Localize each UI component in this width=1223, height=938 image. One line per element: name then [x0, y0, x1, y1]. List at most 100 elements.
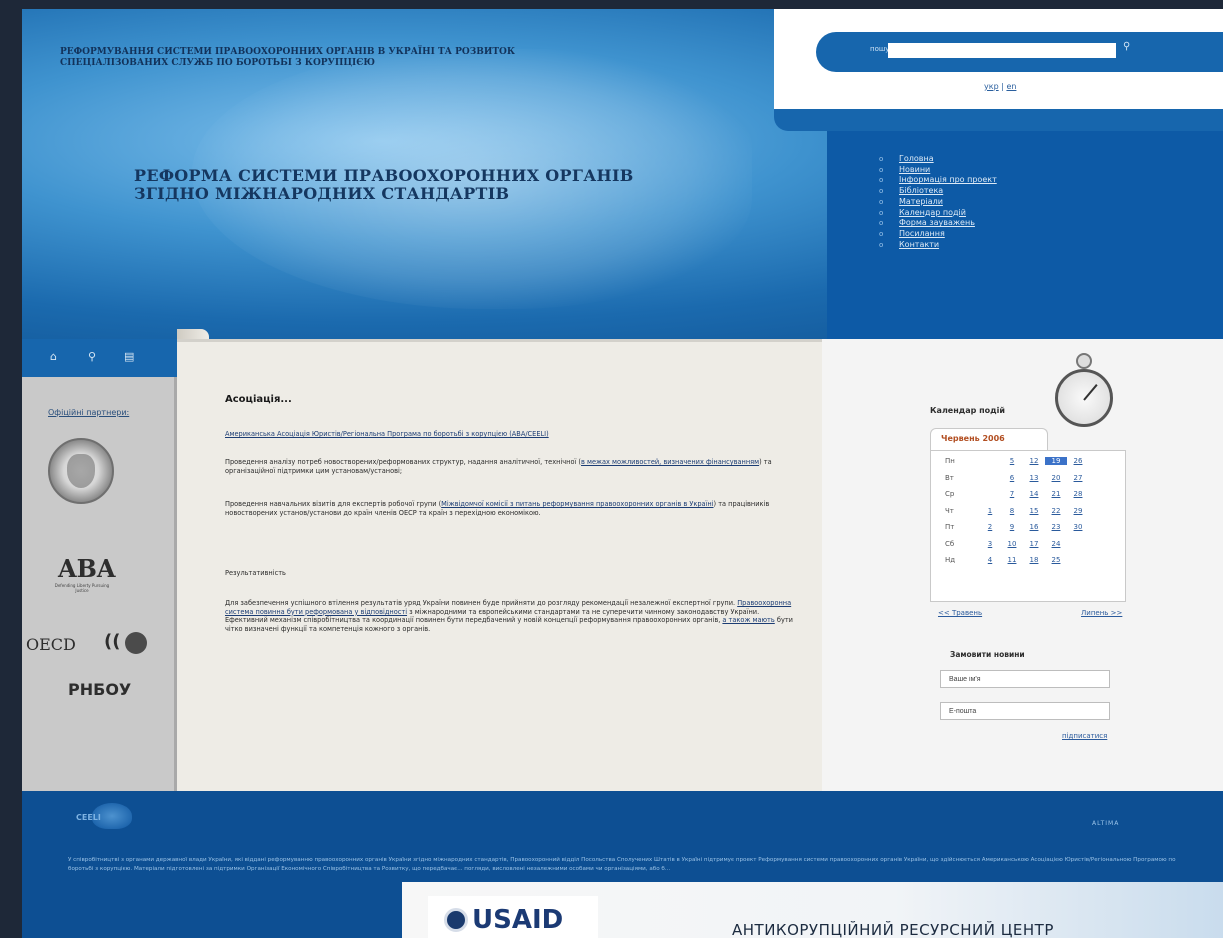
- calendar-date[interactable]: 7: [1001, 490, 1023, 498]
- nav-item[interactable]: o Календар подій: [879, 208, 997, 219]
- calendar-day-name: Ср: [945, 490, 955, 499]
- lang-en-link[interactable]: en: [1006, 82, 1016, 91]
- calendar-day-name: Нд: [945, 556, 956, 565]
- nav-link[interactable]: Матеріали: [899, 197, 943, 206]
- calendar-date[interactable]: 27: [1067, 474, 1089, 482]
- calendar-date[interactable]: 5: [1001, 457, 1023, 465]
- bullet-icon: o: [879, 208, 884, 217]
- calendar-date[interactable]: 15: [1023, 507, 1045, 515]
- us-department-of-state-seal[interactable]: [48, 438, 114, 504]
- calendar-date[interactable]: 9: [1001, 523, 1023, 531]
- language-switcher: укр | en: [984, 82, 1016, 91]
- nav-item[interactable]: o Бібліотека: [879, 186, 997, 197]
- calendar-day-name: Чт: [945, 506, 954, 515]
- calendar-date[interactable]: 10: [1001, 540, 1023, 548]
- calendar-date[interactable]: 18: [1023, 556, 1045, 564]
- oecd-logo[interactable]: OECD: [26, 635, 76, 654]
- nav-item[interactable]: o Інформація про проект: [879, 175, 997, 186]
- sitemap-icon[interactable]: ▤: [124, 350, 134, 363]
- rnbou-logo[interactable]: РНБОУ: [68, 680, 131, 699]
- lang-ukr-link[interactable]: укр: [984, 82, 999, 91]
- calendar-date[interactable]: 2: [979, 523, 1001, 531]
- partners-sidebar: Офіційні партнери: ABA Defending Liberty…: [22, 377, 177, 791]
- home-icon[interactable]: ⌂: [50, 350, 57, 363]
- nav-item[interactable]: o Новини: [879, 165, 997, 176]
- calendar-date[interactable]: 11: [1001, 556, 1023, 564]
- calendar-date[interactable]: 6: [1001, 474, 1023, 482]
- newsletter-email-field[interactable]: [940, 702, 1110, 720]
- newsletter-name-field[interactable]: [940, 670, 1110, 688]
- aba-logo[interactable]: ABA: [58, 557, 116, 581]
- calendar-date[interactable]: 28: [1067, 490, 1089, 498]
- nav-item[interactable]: o Контакти: [879, 240, 997, 251]
- calendar-day-name: Вт: [945, 473, 954, 482]
- calendar-date[interactable]: 22: [1045, 507, 1067, 515]
- nav-link[interactable]: Форма зауважень: [899, 218, 975, 227]
- calendar-date[interactable]: 3: [979, 540, 1001, 548]
- nav-link[interactable]: Інформація про проект: [899, 175, 997, 184]
- paragraph-text: Проведення аналізу потреб новостворених/…: [225, 458, 582, 466]
- funding-link[interactable]: в межах можливостей, визначених фінансув…: [581, 458, 759, 466]
- aba-ceeli-link[interactable]: Американська Асоціація Юристів/Регіональ…: [225, 430, 549, 438]
- calendar-date[interactable]: 8: [1001, 507, 1023, 515]
- content-title: Асоціація...: [225, 394, 292, 405]
- oecd-logo-mark: ((: [104, 631, 121, 652]
- calendar-week-row: Пн 5 12 19 26: [945, 453, 1123, 470]
- nav-link[interactable]: Календар подій: [899, 208, 966, 217]
- calendar-date[interactable]: 29: [1067, 507, 1089, 515]
- functions-link[interactable]: а також мають: [722, 616, 774, 624]
- calendar-date[interactable]: 16: [1023, 523, 1045, 531]
- calendar-date[interactable]: 24: [1045, 540, 1067, 548]
- calendar-date[interactable]: 30: [1067, 523, 1089, 531]
- search-icon[interactable]: ⚲: [88, 350, 96, 363]
- calendar-date[interactable]: 4: [979, 556, 1001, 564]
- anticorruption-center-title: АНТИКОРУПЦІЙНИЙ РЕСУРСНИЙ ЦЕНТР: [732, 921, 1054, 938]
- nav-item[interactable]: o Матеріали: [879, 197, 997, 208]
- calendar-week-row: Пт 2 9 16 23 30: [945, 519, 1123, 536]
- calendar-date[interactable]: 23: [1045, 523, 1067, 531]
- calendar-date[interactable]: 1: [979, 507, 1001, 515]
- nav-link[interactable]: Новини: [899, 165, 930, 174]
- page: РЕФОРМУВАННЯ СИСТЕМИ ПРАВООХОРОННИХ ОРГА…: [22, 9, 1223, 938]
- calendar-date[interactable]: 12: [1023, 457, 1045, 465]
- bullet-icon: o: [879, 165, 884, 174]
- calendar-week-row: Сб 3 10 17 24: [945, 536, 1123, 553]
- paragraph-analysis: Проведення аналізу потреб новостворених/…: [225, 458, 795, 475]
- calendar-date[interactable]: 25: [1045, 556, 1067, 564]
- calendar-date[interactable]: 17: [1023, 540, 1045, 548]
- calendar-title: Календар подій: [930, 406, 1005, 415]
- calendar-week-row: Вт 6 13 20 27: [945, 470, 1123, 487]
- calendar-date-today[interactable]: 19: [1045, 457, 1067, 466]
- bullet-icon: o: [879, 187, 884, 196]
- calendar-prev-month[interactable]: << Травень: [938, 609, 982, 617]
- search-icon[interactable]: ⚲: [1123, 41, 1130, 52]
- calendar-date[interactable]: 20: [1045, 474, 1067, 482]
- calendar-next-month[interactable]: Липень >>: [1081, 609, 1122, 617]
- altima-logo[interactable]: ALTIMA: [1092, 820, 1119, 827]
- partners-title[interactable]: Офіційні партнери:: [48, 408, 129, 417]
- search-input[interactable]: [888, 43, 1116, 58]
- calendar-date[interactable]: 13: [1023, 474, 1045, 482]
- main-content: Асоціація... Американська Асоціація Юрис…: [177, 339, 822, 791]
- nav-list: o Головна o Новини o Інформація про проект o Бі…: [879, 154, 997, 250]
- calendar-rows: Пн 5 12 19 26 Вт 6 13 20 27 Ср 7 14 21 28 Чт 1 8 15 22 29 Пт 2…: [945, 453, 1123, 569]
- main-navigation: o Головна o Новини o Інформація про проект o Бі…: [827, 131, 1223, 339]
- nav-item[interactable]: o Посилання: [879, 229, 997, 240]
- footer-text: У співробітництві з органами державної в…: [68, 857, 1176, 872]
- nav-item[interactable]: o Форма зауважень: [879, 218, 997, 229]
- nav-link[interactable]: Посилання: [899, 229, 945, 238]
- calendar-week-row: Нд 4 11 18 25: [945, 552, 1123, 569]
- subscribe-link[interactable]: підписатися: [1062, 732, 1107, 740]
- nav-link[interactable]: Бібліотека: [899, 186, 943, 195]
- nav-item[interactable]: o Головна: [879, 154, 997, 165]
- ceeli-logo[interactable]: CEELI: [76, 813, 101, 822]
- nav-link[interactable]: Головна: [899, 154, 934, 163]
- calendar-date[interactable]: 14: [1023, 490, 1045, 498]
- calendar-date[interactable]: 21: [1045, 490, 1067, 498]
- events-calendar-column: Календар подій Червень 2006 Пн 5 12 19 26 Вт 6…: [822, 339, 1223, 791]
- nav-link[interactable]: Контакти: [899, 240, 939, 249]
- commission-link[interactable]: Міжвідомчої комісії з питань реформуванн…: [441, 500, 713, 508]
- usaid-logo[interactable]: USAID: [472, 905, 563, 935]
- calendar-date[interactable]: 26: [1067, 457, 1089, 465]
- paragraph-text: Проведення навчальних візитів для експер…: [225, 500, 442, 508]
